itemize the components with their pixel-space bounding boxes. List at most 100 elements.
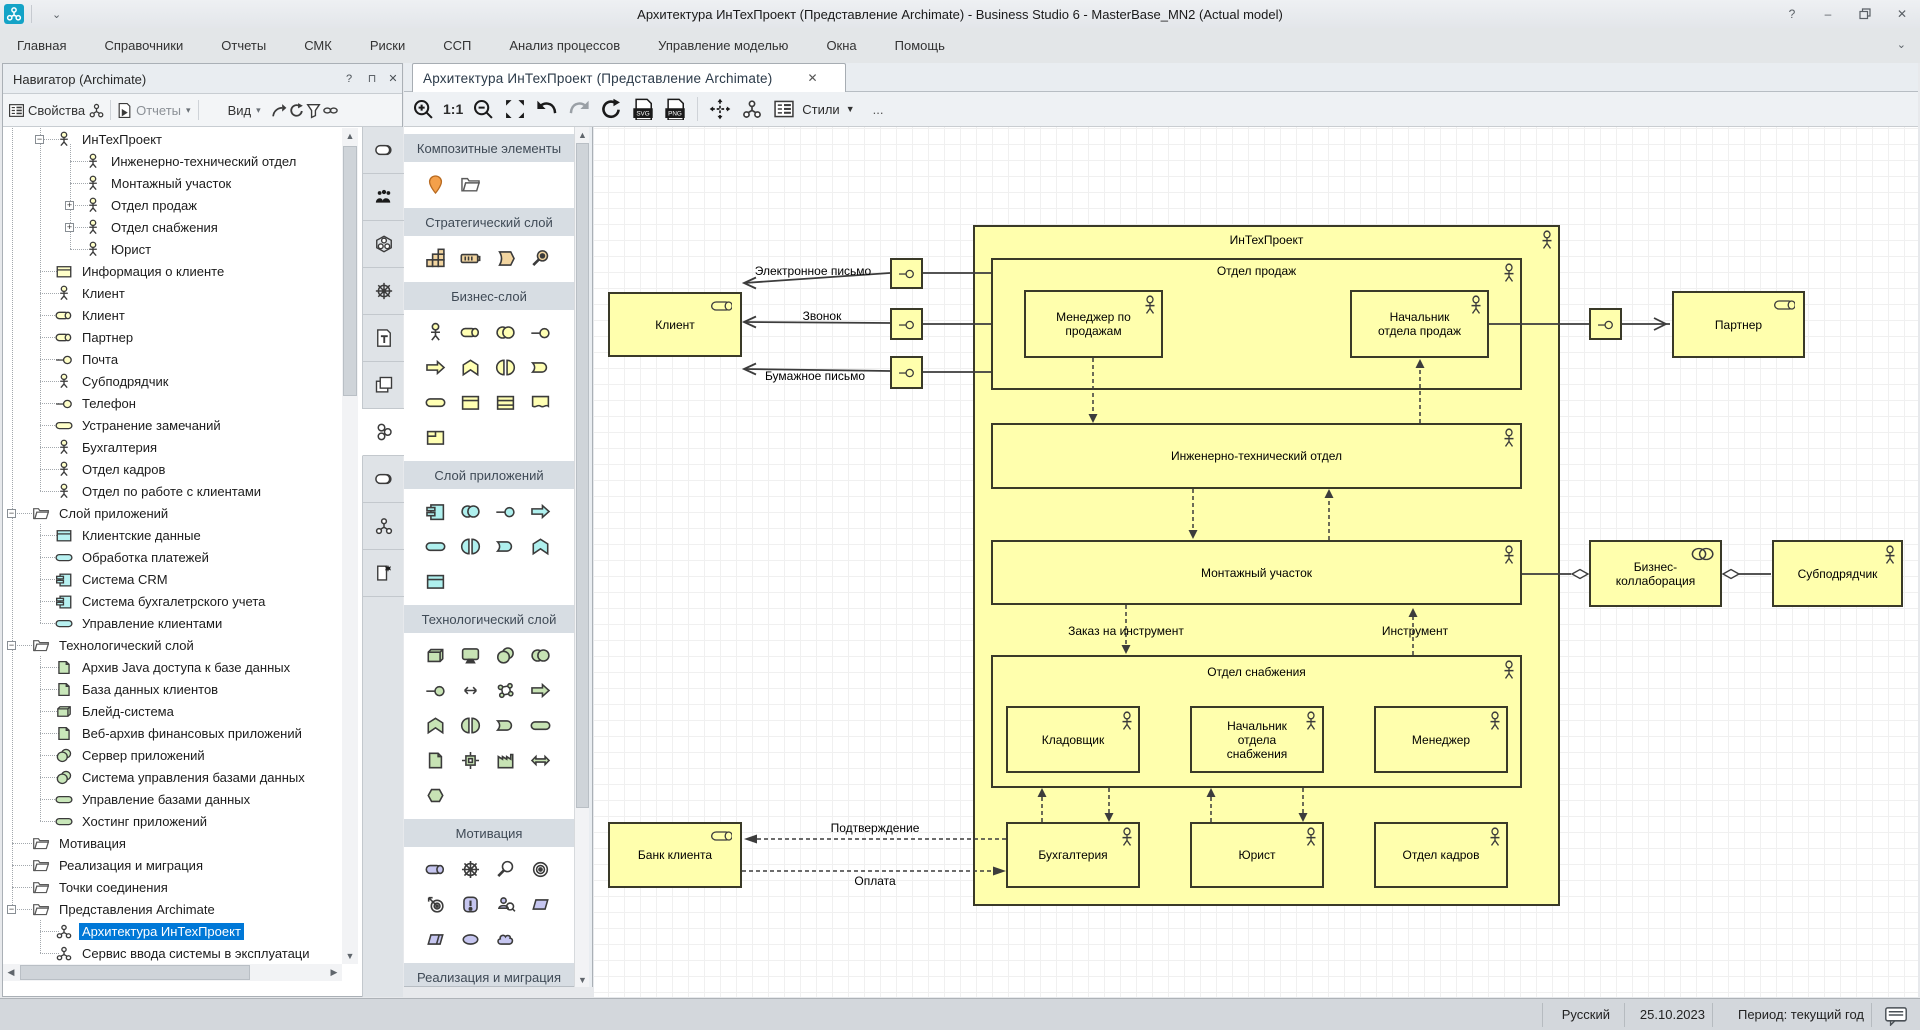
tree-row[interactable]: Инженерно-технический отдел xyxy=(3,150,342,172)
undo-icon[interactable] xyxy=(536,98,558,120)
palette-item-service[interactable] xyxy=(523,708,558,743)
tree-item-label[interactable]: Монтажный участок xyxy=(108,175,234,192)
palette-item-requirement[interactable] xyxy=(488,887,523,922)
tree-item-label[interactable]: Отдел кадров xyxy=(79,461,168,478)
menu-item[interactable]: Риски xyxy=(370,38,421,53)
palette-item-serviced[interactable] xyxy=(488,708,523,743)
tree-item-label[interactable]: Обработка платежей xyxy=(79,549,212,566)
tree-row[interactable]: Партнер xyxy=(3,326,342,348)
tree-row[interactable]: Представления Archimate xyxy=(3,898,342,920)
junction-letter[interactable] xyxy=(890,356,923,389)
palette-item-material[interactable] xyxy=(523,743,558,778)
junction-call[interactable] xyxy=(890,308,923,340)
tree-row[interactable]: Архив Java доступа к базе данных xyxy=(3,656,342,678)
tree-item-label[interactable]: Почта xyxy=(79,351,121,368)
palette-item-value[interactable] xyxy=(453,922,488,957)
type-tab[interactable] xyxy=(363,174,404,221)
fit-screen-icon[interactable] xyxy=(504,98,526,120)
tree-item-label[interactable]: Система CRM xyxy=(79,571,171,588)
refresh-icon[interactable] xyxy=(600,98,622,120)
palette-item-collab[interactable] xyxy=(453,494,488,529)
document-tab-close-icon[interactable]: ✕ xyxy=(807,71,817,85)
auto-layout-icon[interactable] xyxy=(709,98,731,120)
tree-row[interactable]: Бухгалтерия xyxy=(3,436,342,458)
tree-row[interactable]: Хостинг приложений xyxy=(3,810,342,832)
palette-item-process[interactable] xyxy=(523,494,558,529)
tree-item-label[interactable]: Система управления базами данных xyxy=(79,769,308,786)
palette-item-meaning[interactable] xyxy=(488,922,523,957)
node-biznes-kollaboraciya[interactable]: Бизнес- коллаборация xyxy=(1589,540,1722,607)
status-language[interactable]: Русский xyxy=(1562,1007,1610,1022)
minimize-button[interactable]: – xyxy=(1820,6,1836,22)
zoom-in-icon[interactable] xyxy=(412,98,434,120)
tree-item-label[interactable]: Система бухгалетрского учета xyxy=(79,593,268,610)
palette-item-pin[interactable] xyxy=(418,167,453,202)
palette-item-course[interactable] xyxy=(488,241,523,276)
tree-item-label[interactable]: Клиент xyxy=(79,285,128,302)
tree-row[interactable]: Система управления базами данных xyxy=(3,766,342,788)
tree-item-label[interactable]: Юрист xyxy=(108,241,154,258)
palette-item-function[interactable] xyxy=(418,708,453,743)
tree-row[interactable]: Отдел кадров xyxy=(3,458,342,480)
export-png-icon[interactable]: PNG xyxy=(664,98,686,120)
palette-item-actor[interactable] xyxy=(418,315,453,350)
tree-expander[interactable] xyxy=(65,201,74,210)
palette-item-nodec[interactable] xyxy=(488,638,523,673)
document-tab[interactable]: Архитектура ИнТехПроект (Представление A… xyxy=(412,63,846,92)
type-tab[interactable] xyxy=(363,127,404,174)
menu-item[interactable]: Анализ процессов xyxy=(509,38,636,53)
tree-row[interactable]: Клиентские данные xyxy=(3,524,342,546)
palette-scrollbar[interactable]: ▲ ▼ xyxy=(574,127,589,987)
tree-expander[interactable] xyxy=(65,223,74,232)
palette-item-process[interactable] xyxy=(523,673,558,708)
tree-expander[interactable] xyxy=(7,509,16,518)
tree-item-label[interactable]: Веб-архив финансовых приложений xyxy=(79,725,305,742)
hierarchy-icon[interactable] xyxy=(741,98,763,120)
tree-item-label[interactable]: Телефон xyxy=(79,395,139,412)
palette-item-par2[interactable] xyxy=(418,922,453,957)
node-yurist[interactable]: Юрист xyxy=(1190,822,1324,888)
type-tab[interactable] xyxy=(363,315,404,362)
tree-row[interactable]: Клиент xyxy=(3,282,342,304)
properties-icon[interactable] xyxy=(8,102,25,119)
reports-icon[interactable] xyxy=(116,102,133,119)
tree-item-label[interactable]: Информация о клиенте xyxy=(79,263,227,280)
palette-item-interaction[interactable] xyxy=(453,529,488,564)
node-nachalnik-otdela-snabzheniya[interactable]: Начальник отдела снабжения xyxy=(1190,706,1324,773)
properties-button[interactable]: Свойства xyxy=(28,103,85,118)
tree-item-label[interactable]: Устранение замечаний xyxy=(79,417,224,434)
tree-row[interactable]: Управление клиентами xyxy=(3,612,342,634)
tree-row[interactable]: Архитектура ИнТехПроект xyxy=(3,920,342,942)
node-menedzher[interactable]: Менеджер xyxy=(1374,706,1508,773)
palette-item-role[interactable] xyxy=(418,852,453,887)
restore-button[interactable] xyxy=(1857,6,1873,22)
tree-row[interactable]: База данных клиентов xyxy=(3,678,342,700)
tree-row[interactable]: Отдел снабжения xyxy=(3,216,342,238)
tree-row[interactable]: Субподрядчик xyxy=(3,370,342,392)
palette-item-device[interactable] xyxy=(453,638,488,673)
tree-row[interactable]: Блейд-система xyxy=(3,700,342,722)
navigator-help-button[interactable]: ? xyxy=(341,71,357,87)
tree-row[interactable]: ИнТехПроект xyxy=(3,128,342,150)
tree-row[interactable]: Слой приложений xyxy=(3,502,342,524)
tree-item-label[interactable]: Мотивация xyxy=(56,835,129,852)
tree-row[interactable]: Отдел по работе с клиентами xyxy=(3,480,342,502)
palette-item-function[interactable] xyxy=(453,350,488,385)
palette-item-resource[interactable] xyxy=(418,241,453,276)
tree-row[interactable]: Система CRM xyxy=(3,568,342,590)
palette-item-service[interactable] xyxy=(418,529,453,564)
menu-item[interactable]: ССП xyxy=(443,38,487,53)
tree-item-label[interactable]: Сервис ввода системы в эксплуатаци xyxy=(79,945,313,962)
node-otdel-kadrov[interactable]: Отдел кадров xyxy=(1374,822,1508,888)
hierarchy-icon[interactable] xyxy=(88,102,105,119)
status-notes-icon[interactable] xyxy=(1884,1004,1908,1026)
palette-item-serviced[interactable] xyxy=(523,350,558,385)
palette-item-capability[interactable] xyxy=(453,241,488,276)
tree-item-label[interactable]: Слой приложений xyxy=(56,505,171,522)
tree-row[interactable]: Мотивация xyxy=(3,832,342,854)
palette-item-component[interactable] xyxy=(418,494,453,529)
tree-item-label[interactable]: Архив Java доступа к базе данных xyxy=(79,659,293,676)
menu-item[interactable]: Отчеты xyxy=(221,38,282,53)
palette-section-header[interactable]: Бизнес-слой xyxy=(404,282,574,310)
node-buhgalteriya[interactable]: Бухгалтерия xyxy=(1006,822,1140,888)
